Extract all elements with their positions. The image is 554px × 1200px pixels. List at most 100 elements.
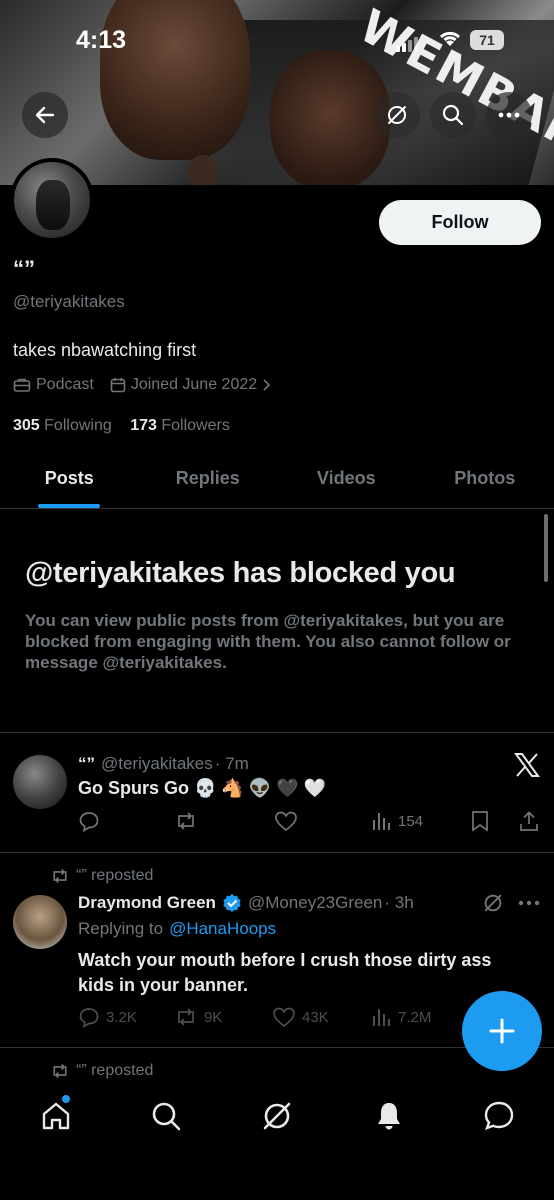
search-icon[interactable] <box>150 1100 182 1132</box>
search-button[interactable] <box>430 92 476 138</box>
home-icon[interactable] <box>40 1100 72 1132</box>
views-button[interactable]: 154 <box>372 810 423 832</box>
compose-button[interactable] <box>462 991 542 1071</box>
like-button[interactable]: 43K <box>272 1006 329 1028</box>
divider <box>0 852 554 853</box>
post-author[interactable]: Draymond Green <box>78 893 216 913</box>
repost-button[interactable]: 9K <box>174 1006 222 1028</box>
profile-avatar[interactable] <box>10 158 94 242</box>
repost-label[interactable]: “” reposted <box>50 867 153 885</box>
followers-count: 173 <box>130 417 157 434</box>
reply-button[interactable]: 3.2K <box>78 1006 137 1028</box>
tab-active-indicator <box>38 504 101 508</box>
more-icon[interactable] <box>518 900 540 906</box>
tab-posts-label: Posts <box>44 468 94 488</box>
profile-joined[interactable]: Joined June 2022 <box>110 376 271 394</box>
profile-bio: takes nbawatching first <box>13 340 197 360</box>
search-icon <box>442 104 464 126</box>
more-icon <box>498 112 520 118</box>
repost-label-text: “” reposted <box>76 867 154 884</box>
profile-display-name: “” <box>13 256 35 281</box>
post-text: Watch your mouth before I crush those di… <box>78 950 492 995</box>
repost-label-text: “” reposted <box>76 1062 154 1079</box>
profile-tabs: Posts Replies Videos Photos <box>0 455 554 509</box>
bookmark-icon <box>472 811 488 832</box>
tab-videos-label: Videos <box>316 468 376 488</box>
scrollbar[interactable] <box>544 514 548 582</box>
repost-icon <box>178 812 194 830</box>
views-button[interactable]: 7.2M <box>372 1006 431 1028</box>
repost-button[interactable] <box>174 810 198 832</box>
status-bar: 4:13 71 <box>0 0 554 80</box>
repost-count: 9K <box>204 1008 223 1026</box>
repost-icon <box>53 868 67 884</box>
tab-videos[interactable]: Videos <box>277 455 416 508</box>
profile-category: Podcast <box>13 376 94 394</box>
banner-small-figure <box>188 155 218 185</box>
like-button[interactable] <box>274 810 298 832</box>
repost-label[interactable]: “” reposted <box>50 1062 153 1080</box>
replying-to: Replying to @HanaHoops <box>78 919 276 939</box>
repost-icon <box>178 1008 194 1026</box>
like-icon <box>273 1007 295 1028</box>
replying-to-link[interactable]: @HanaHoops <box>169 919 276 939</box>
verified-badge-icon <box>223 894 241 912</box>
post-avatar[interactable] <box>13 755 67 809</box>
divider <box>0 732 554 733</box>
profile-category-label: Podcast <box>36 376 94 393</box>
post-handle[interactable]: @teriyakitakes <box>101 754 213 774</box>
wifi-icon <box>439 31 461 46</box>
grok-button[interactable] <box>374 92 420 138</box>
tab-replies[interactable]: Replies <box>139 455 278 508</box>
x-logo-icon <box>514 753 540 777</box>
tab-photos-label: Photos <box>454 468 516 488</box>
post-author[interactable]: “” <box>78 754 95 774</box>
blocked-title: @teriyakitakes has blocked you <box>25 557 456 589</box>
briefcase-icon <box>13 378 31 392</box>
post-time: · 3h <box>384 893 414 912</box>
repost-icon <box>53 1063 67 1079</box>
status-time: 4:13 <box>76 26 127 54</box>
battery-indicator: 71 <box>470 30 504 50</box>
back-arrow-icon <box>35 106 55 124</box>
chevron-right-icon <box>263 379 271 391</box>
post-header: Draymond Green @Money23Green · 3h <box>78 893 414 913</box>
share-button[interactable] <box>519 810 539 832</box>
tab-posts[interactable]: Posts <box>0 455 139 508</box>
share-icon <box>520 811 538 831</box>
grok-icon[interactable] <box>261 1100 293 1132</box>
compose-icon <box>489 1018 515 1044</box>
views-icon <box>373 813 390 830</box>
profile-joined-label: Joined June 2022 <box>130 376 258 393</box>
reply-icon <box>79 812 99 832</box>
tab-replies-label: Replies <box>175 468 240 488</box>
following-link[interactable]: 305 Following <box>13 417 112 434</box>
follow-button[interactable]: Follow <box>379 200 541 245</box>
messages-icon[interactable] <box>483 1100 515 1132</box>
followers-label: Followers <box>161 417 230 434</box>
back-button[interactable] <box>22 92 68 138</box>
post-text: Go Spurs Go 💀 🐴 👽 🖤 🤍 <box>78 778 327 798</box>
following-label: Following <box>44 417 112 434</box>
following-count: 305 <box>13 417 40 434</box>
followers-link[interactable]: 173 Followers <box>130 417 230 434</box>
views-count: 154 <box>398 812 424 830</box>
more-button[interactable] <box>486 92 532 138</box>
replying-prefix: Replying to <box>78 919 164 938</box>
tab-photos[interactable]: Photos <box>416 455 554 508</box>
calendar-icon <box>110 378 126 393</box>
post-time: · 7m <box>214 754 249 773</box>
reply-icon <box>79 1008 99 1028</box>
reply-count: 3.2K <box>106 1008 137 1026</box>
post-handle[interactable]: @Money23Green <box>248 893 382 913</box>
profile-counts: 305 Following 173 Followers <box>13 417 244 435</box>
bookmark-button[interactable] <box>471 810 489 832</box>
reply-button[interactable] <box>78 810 100 832</box>
signal-icon <box>396 34 420 52</box>
views-icon <box>373 1009 390 1026</box>
notifications-icon[interactable] <box>373 1100 405 1132</box>
like-count: 43K <box>302 1008 329 1026</box>
post-avatar[interactable] <box>13 895 67 949</box>
grok-icon[interactable] <box>482 892 504 914</box>
post-header: “” @teriyakitakes · 7m <box>78 754 249 774</box>
